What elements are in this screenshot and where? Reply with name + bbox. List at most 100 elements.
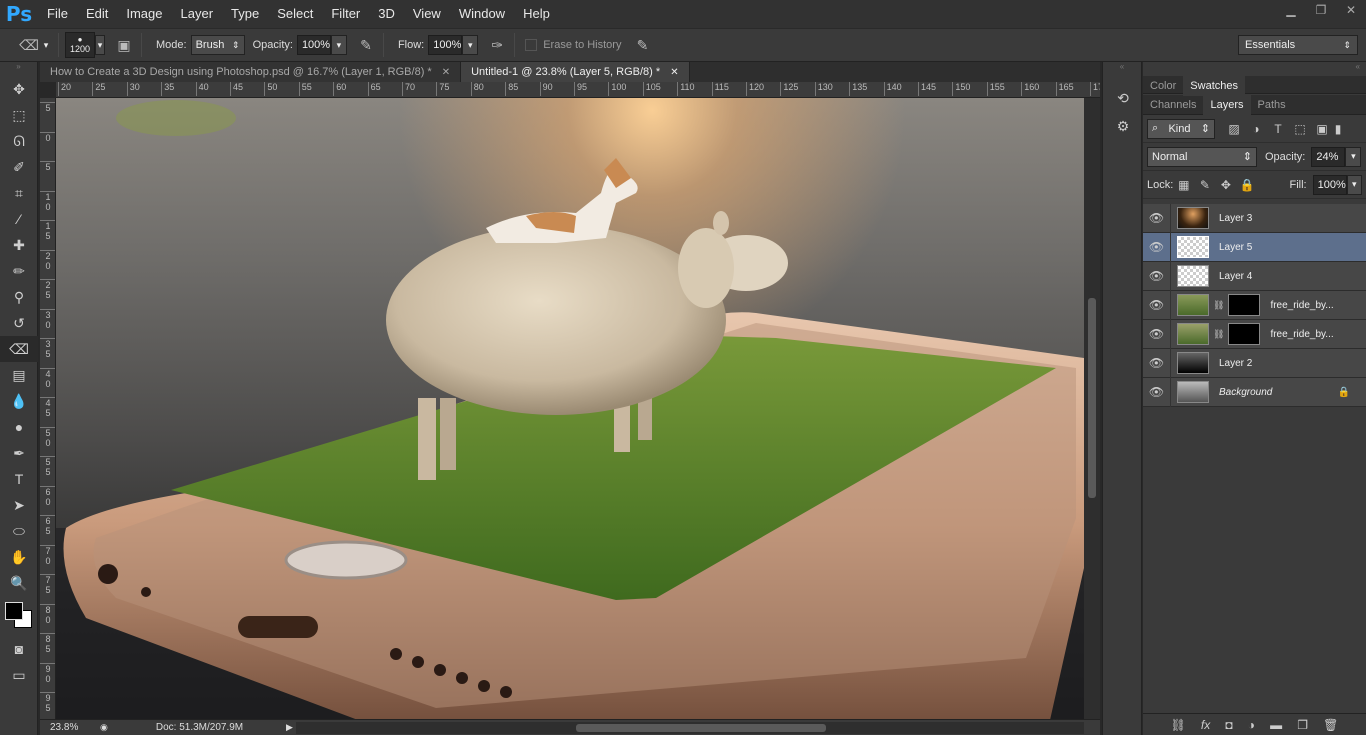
link-icon[interactable]: ⛓: [1213, 329, 1224, 340]
erase-history-checkbox[interactable]: [525, 39, 538, 51]
eye-icon[interactable]: 👁: [1143, 377, 1171, 407]
new-layer-icon[interactable]: ❐: [1297, 718, 1308, 732]
layer-row-layer-3[interactable]: 👁 Layer 3: [1143, 203, 1366, 233]
lock-all-icon[interactable]: 🔒: [1236, 175, 1257, 195]
lasso-tool-icon[interactable]: ᘏ: [0, 128, 38, 154]
brush-size-dropdown[interactable]: ▾: [95, 35, 105, 55]
close-icon[interactable]: ✕: [442, 67, 450, 78]
quick-select-tool-icon[interactable]: ✐: [0, 154, 38, 180]
tab-layers[interactable]: Layers: [1203, 95, 1251, 115]
eye-icon[interactable]: 👁: [1143, 203, 1171, 233]
lock-position-icon[interactable]: ✥: [1215, 175, 1236, 195]
new-group-icon[interactable]: ▬: [1270, 718, 1282, 732]
healing-brush-tool-icon[interactable]: ✚: [0, 232, 38, 258]
screen-mode-icon[interactable]: ▭: [0, 662, 38, 688]
status-menu-icon[interactable]: ▶: [286, 722, 293, 733]
brush-preset-picker[interactable]: ● 1200: [65, 32, 95, 58]
menu-image[interactable]: Image: [117, 0, 171, 28]
adjustment-filter-icon[interactable]: ◑: [1245, 119, 1267, 139]
horizontal-scroll-thumb[interactable]: [576, 724, 826, 732]
layer-row-layer-5[interactable]: 👁 Layer 5: [1143, 232, 1366, 262]
menu-3d[interactable]: 3D: [369, 0, 404, 28]
type-tool-icon[interactable]: T: [0, 466, 38, 492]
tool-preset-dropdown[interactable]: ▾: [40, 35, 52, 55]
vertical-scrollbar[interactable]: [1084, 98, 1100, 719]
layer-row-free-ride-1[interactable]: 👁 ⛓ free_ride_by...: [1143, 290, 1366, 320]
panel-collapse-icon[interactable]: »: [0, 62, 37, 76]
smart-object-filter-icon[interactable]: ▣: [1311, 119, 1333, 139]
opacity-dropdown[interactable]: ▾: [330, 35, 347, 55]
layer-opacity-input[interactable]: 24%: [1311, 146, 1346, 167]
menu-filter[interactable]: Filter: [322, 0, 369, 28]
flow-dropdown[interactable]: ▾: [462, 35, 479, 55]
opacity-input[interactable]: 100%: [296, 35, 331, 55]
add-mask-icon[interactable]: ◘: [1225, 718, 1232, 732]
shape-filter-icon[interactable]: ⬚: [1289, 119, 1311, 139]
eraser-tool-icon[interactable]: ⌫: [0, 336, 38, 362]
airbrush-icon[interactable]: ✑: [486, 34, 508, 56]
lock-transparent-icon[interactable]: ▦: [1173, 175, 1194, 195]
move-tool-icon[interactable]: ✥: [0, 76, 38, 102]
restore-icon[interactable]: ❐: [1306, 0, 1336, 20]
tab-color[interactable]: Color: [1143, 76, 1183, 96]
layer-row-background[interactable]: 👁 Background 🔒: [1143, 377, 1366, 407]
history-panel-icon[interactable]: ⟲: [1103, 84, 1143, 112]
path-selection-tool-icon[interactable]: ➤: [0, 492, 38, 518]
layer-opacity-dropdown[interactable]: ▾: [1345, 146, 1362, 167]
layer-row-layer-4[interactable]: 👁 Layer 4: [1143, 261, 1366, 291]
zoom-level[interactable]: 23.8%: [50, 722, 94, 733]
crop-tool-icon[interactable]: ⌗: [0, 180, 38, 206]
tab-swatches[interactable]: Swatches: [1183, 76, 1245, 96]
mode-select[interactable]: Brush ⇕: [190, 35, 245, 55]
minimize-icon[interactable]: ▁: [1276, 0, 1306, 20]
fill-input[interactable]: 100%: [1312, 174, 1347, 195]
menu-view[interactable]: View: [404, 0, 450, 28]
horizontal-scrollbar[interactable]: [296, 722, 1084, 734]
eyedropper-tool-icon[interactable]: ⁄: [0, 206, 38, 232]
kind-filter-select[interactable]: ⌕ Kind ⇕: [1147, 118, 1215, 139]
type-filter-icon[interactable]: T: [1267, 119, 1289, 139]
link-layers-icon[interactable]: ⛓: [1171, 718, 1186, 732]
foreground-color-swatch[interactable]: [5, 602, 23, 620]
pixel-filter-icon[interactable]: ▨: [1223, 119, 1245, 139]
close-icon[interactable]: ✕: [670, 67, 678, 78]
fill-dropdown[interactable]: ▾: [1346, 174, 1362, 195]
eye-icon[interactable]: 👁: [1143, 319, 1171, 349]
canvas[interactable]: [56, 98, 1084, 719]
menu-layer[interactable]: Layer: [172, 0, 223, 28]
tab-paths[interactable]: Paths: [1251, 95, 1293, 115]
panel-collapse-icon[interactable]: «: [1103, 62, 1141, 76]
eye-icon[interactable]: 👁: [1143, 348, 1171, 378]
menu-file[interactable]: File: [38, 0, 77, 28]
menu-select[interactable]: Select: [268, 0, 322, 28]
hand-tool-icon[interactable]: ✋: [0, 544, 38, 570]
menu-window[interactable]: Window: [450, 0, 514, 28]
flow-input[interactable]: 100%: [428, 35, 463, 55]
pressure-size-icon[interactable]: ✎: [631, 34, 653, 56]
close-icon[interactable]: ✕: [1336, 0, 1366, 20]
menu-type[interactable]: Type: [222, 0, 268, 28]
marquee-tool-icon[interactable]: ⬚: [0, 102, 38, 128]
eye-icon[interactable]: 👁: [1143, 290, 1171, 320]
layer-mask-thumbnail[interactable]: [1228, 294, 1261, 316]
blur-tool-icon[interactable]: 💧: [0, 388, 38, 414]
color-swatches[interactable]: [0, 596, 38, 636]
lock-image-icon[interactable]: ✎: [1194, 175, 1215, 195]
layer-mask-thumbnail[interactable]: [1228, 323, 1261, 345]
brush-tool-icon[interactable]: ✏: [0, 258, 38, 284]
workspace-select[interactable]: Essentials ⇕: [1238, 35, 1358, 55]
quick-mask-icon[interactable]: ◙: [0, 636, 38, 662]
blend-mode-select[interactable]: Normal ⇕: [1147, 146, 1257, 167]
pen-tool-icon[interactable]: ✒: [0, 440, 38, 466]
panel-collapse-icon[interactable]: «: [1143, 62, 1366, 76]
eye-icon[interactable]: 👁: [1143, 261, 1171, 291]
layer-row-free-ride-2[interactable]: 👁 ⛓ free_ride_by...: [1143, 319, 1366, 349]
eye-icon[interactable]: 👁: [1143, 232, 1171, 262]
adjustment-layer-icon[interactable]: ◑: [1248, 718, 1255, 732]
delete-layer-icon[interactable]: 🗑: [1323, 718, 1338, 732]
menu-help[interactable]: Help: [514, 0, 559, 28]
pressure-opacity-icon[interactable]: ✎: [355, 34, 377, 56]
properties-panel-icon[interactable]: ⚙: [1103, 112, 1143, 140]
status-info-icon[interactable]: ◉: [100, 722, 108, 733]
clone-stamp-tool-icon[interactable]: ⚲: [0, 284, 38, 310]
